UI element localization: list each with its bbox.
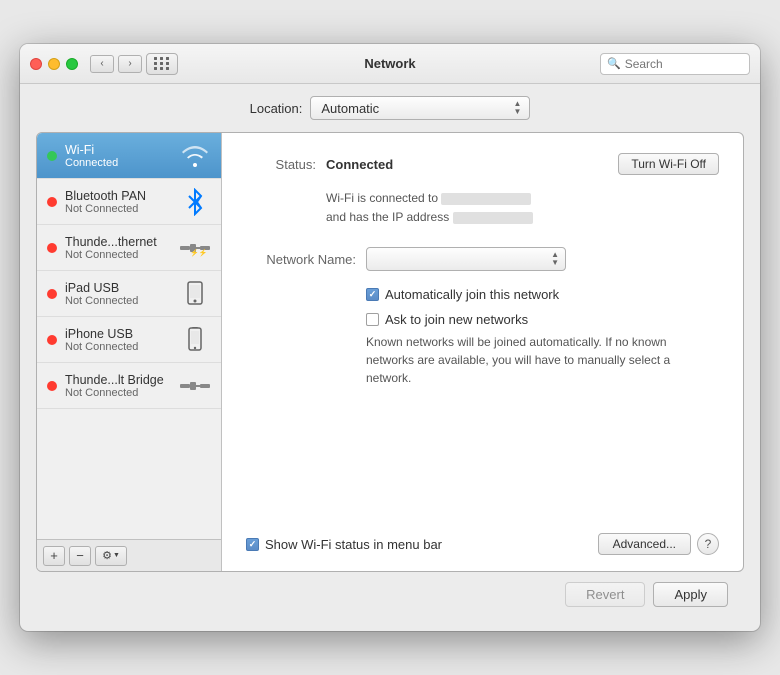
status-dot-iphone — [47, 335, 57, 345]
network-list: Wi-Fi Connected — [37, 133, 221, 539]
network-name-label: Network Name: — [246, 252, 356, 267]
sidebar-item-wifi[interactable]: Wi-Fi Connected — [37, 133, 221, 179]
item-text-tb-bridge: Thunde...lt Bridge Not Connected — [65, 373, 179, 399]
status-label: Status: — [246, 157, 316, 172]
close-button[interactable] — [30, 58, 42, 70]
item-name-wifi: Wi-Fi — [65, 143, 179, 157]
network-name-blurred — [441, 193, 531, 205]
sidebar-item-ipad-usb[interactable]: iPad USB Not Connected — [37, 271, 221, 317]
help-button[interactable]: ? — [697, 533, 719, 555]
auto-join-label: Automatically join this network — [385, 287, 559, 302]
item-status-bluetooth: Not Connected — [65, 203, 179, 215]
search-input[interactable] — [625, 57, 743, 71]
gear-icon: ⚙ — [102, 549, 112, 562]
location-label: Location: — [250, 101, 303, 116]
wifi-info: Wi-Fi is connected to and has the IP add… — [326, 189, 719, 227]
show-wifi-label: Show Wi-Fi status in menu bar — [265, 537, 442, 552]
location-arrows-icon: ▲▼ — [513, 100, 521, 116]
titlebar: ‹ › Network 🔍 — [20, 44, 760, 84]
status-dot-wifi — [47, 151, 57, 161]
ipad-icon — [179, 278, 211, 310]
item-name-tb-bridge: Thunde...lt Bridge — [65, 373, 179, 387]
item-status-iphone: Not Connected — [65, 341, 179, 353]
item-name-thunderbolt-eth: Thunde...thernet — [65, 235, 179, 249]
wifi-connected-line: Wi-Fi is connected to — [326, 189, 719, 208]
location-value: Automatic — [321, 101, 509, 116]
turn-wifi-off-button[interactable]: Turn Wi-Fi Off — [618, 153, 719, 175]
search-box[interactable]: 🔍 — [600, 53, 750, 75]
item-text-wifi: Wi-Fi Connected — [65, 143, 179, 169]
main-panel: Wi-Fi Connected — [36, 132, 744, 572]
sidebar-item-thunderbolt-ethernet[interactable]: Thunde...thernet Not Connected ⚡⚡ — [37, 225, 221, 271]
grid-button[interactable] — [146, 53, 178, 75]
status-dot-bluetooth — [47, 197, 57, 207]
item-name-ipad: iPad USB — [65, 281, 179, 295]
ask-join-checkbox[interactable] — [366, 313, 379, 326]
maximize-button[interactable] — [66, 58, 78, 70]
sidebar-toolbar: + − ⚙ ▼ — [37, 539, 221, 571]
revert-button[interactable]: Revert — [565, 582, 645, 607]
window-title: Network — [364, 56, 415, 71]
show-wifi-checkbox[interactable] — [246, 538, 259, 551]
thunderbolt-bridge-icon — [179, 370, 211, 402]
back-button[interactable]: ‹ — [90, 55, 114, 73]
iphone-icon — [179, 324, 211, 356]
gear-chevron-icon: ▼ — [113, 552, 120, 559]
status-value: Connected — [326, 157, 393, 172]
forward-button[interactable]: › — [118, 55, 142, 73]
add-network-button[interactable]: + — [43, 546, 65, 566]
network-preferences-window: ‹ › Network 🔍 Location: Automatic ▲▼ — [20, 44, 760, 631]
sidebar-item-iphone-usb[interactable]: iPhone USB Not Connected — [37, 317, 221, 363]
wifi-ip-line: and has the IP address — [326, 208, 719, 227]
detail-panel: Status: Connected Turn Wi-Fi Off Wi-Fi i… — [222, 133, 743, 571]
dropdown-arrows-icon: ▲▼ — [551, 251, 559, 267]
bluetooth-icon — [179, 186, 211, 218]
item-text-iphone: iPhone USB Not Connected — [65, 327, 179, 353]
bottom-bar: Show Wi-Fi status in menu bar Advanced..… — [246, 521, 719, 555]
item-name-iphone: iPhone USB — [65, 327, 179, 341]
auto-join-checkbox[interactable] — [366, 288, 379, 301]
sidebar-item-thunderbolt-bridge[interactable]: Thunde...lt Bridge Not Connected — [37, 363, 221, 409]
sidebar: Wi-Fi Connected — [37, 133, 222, 571]
status-row: Status: Connected Turn Wi-Fi Off — [246, 153, 719, 175]
thunderbolt-ethernet-icon: ⚡⚡ — [179, 232, 211, 264]
apply-button[interactable]: Apply — [653, 582, 728, 607]
wifi-icon — [179, 140, 211, 172]
svg-text:⚡⚡: ⚡⚡ — [190, 248, 207, 257]
item-text-thunderbolt-eth: Thunde...thernet Not Connected — [65, 235, 179, 261]
nav-buttons: ‹ › — [90, 55, 142, 73]
footer: Revert Apply — [36, 572, 744, 615]
checkboxes-group: Automatically join this network Ask to j… — [366, 287, 719, 327]
item-status-tb-bridge: Not Connected — [65, 387, 179, 399]
show-wifi-row: Show Wi-Fi status in menu bar — [246, 537, 442, 552]
traffic-lights — [30, 58, 78, 70]
remove-network-button[interactable]: − — [69, 546, 91, 566]
known-networks-description: Known networks will be joined automatica… — [366, 333, 706, 387]
ip-address-blurred — [453, 212, 533, 224]
location-row: Location: Automatic ▲▼ — [36, 96, 744, 120]
item-status-ipad: Not Connected — [65, 295, 179, 307]
item-text-ipad: iPad USB Not Connected — [65, 281, 179, 307]
sidebar-item-bluetooth-pan[interactable]: Bluetooth PAN Not Connected — [37, 179, 221, 225]
status-dot-tb-bridge — [47, 381, 57, 391]
item-status-thunderbolt-eth: Not Connected — [65, 249, 179, 261]
auto-join-row: Automatically join this network — [366, 287, 719, 302]
search-icon: 🔍 — [607, 57, 621, 70]
ask-join-row: Ask to join new networks — [366, 312, 719, 327]
grid-icon — [154, 57, 170, 70]
status-dot-thunderbolt-eth — [47, 243, 57, 253]
location-select[interactable]: Automatic ▲▼ — [310, 96, 530, 120]
network-name-row: Network Name: ▲▼ — [246, 247, 719, 271]
network-settings-gear-button[interactable]: ⚙ ▼ — [95, 546, 127, 566]
advanced-button[interactable]: Advanced... — [598, 533, 691, 555]
item-name-bluetooth: Bluetooth PAN — [65, 189, 179, 203]
content-area: Location: Automatic ▲▼ Wi-Fi Conne — [20, 84, 760, 631]
item-text-bluetooth: Bluetooth PAN Not Connected — [65, 189, 179, 215]
minimize-button[interactable] — [48, 58, 60, 70]
ask-join-label: Ask to join new networks — [385, 312, 528, 327]
network-name-dropdown[interactable]: ▲▼ — [366, 247, 566, 271]
item-status-wifi: Connected — [65, 157, 179, 169]
status-dot-ipad — [47, 289, 57, 299]
